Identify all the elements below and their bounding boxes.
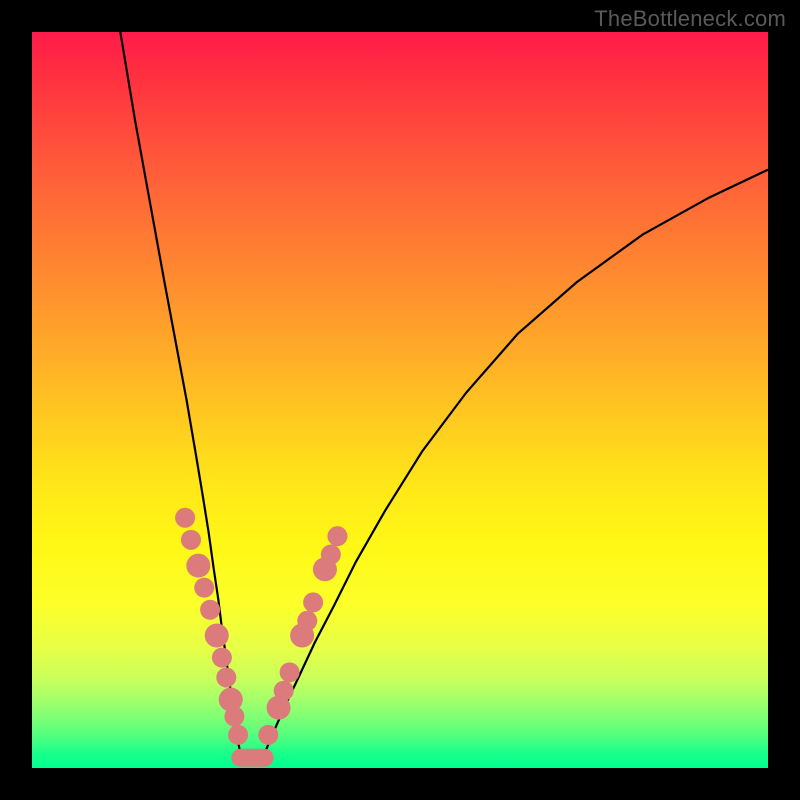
data-point-right (321, 545, 341, 565)
data-markers (175, 508, 347, 767)
watermark-text: TheBottleneck.com (594, 6, 786, 32)
data-point-right (280, 662, 300, 682)
data-point-left (181, 530, 201, 550)
data-point-right (274, 681, 294, 701)
chart-svg (32, 32, 768, 768)
data-point-right (297, 611, 317, 631)
data-point-left (228, 725, 248, 745)
data-point-right (303, 592, 323, 612)
data-point-left (186, 554, 210, 578)
data-point-left (224, 706, 244, 726)
chart-frame: TheBottleneck.com (0, 0, 800, 800)
data-point-right (258, 725, 278, 745)
data-point-left (200, 600, 220, 620)
data-point-right (327, 526, 347, 546)
data-point-left (194, 578, 214, 598)
data-point-left (212, 648, 232, 668)
data-point-left (175, 508, 195, 528)
plot-area (32, 32, 768, 768)
bottom-pill-marker (231, 749, 273, 767)
right-curve (265, 170, 768, 754)
data-point-left (216, 667, 236, 687)
data-point-left (205, 624, 229, 648)
